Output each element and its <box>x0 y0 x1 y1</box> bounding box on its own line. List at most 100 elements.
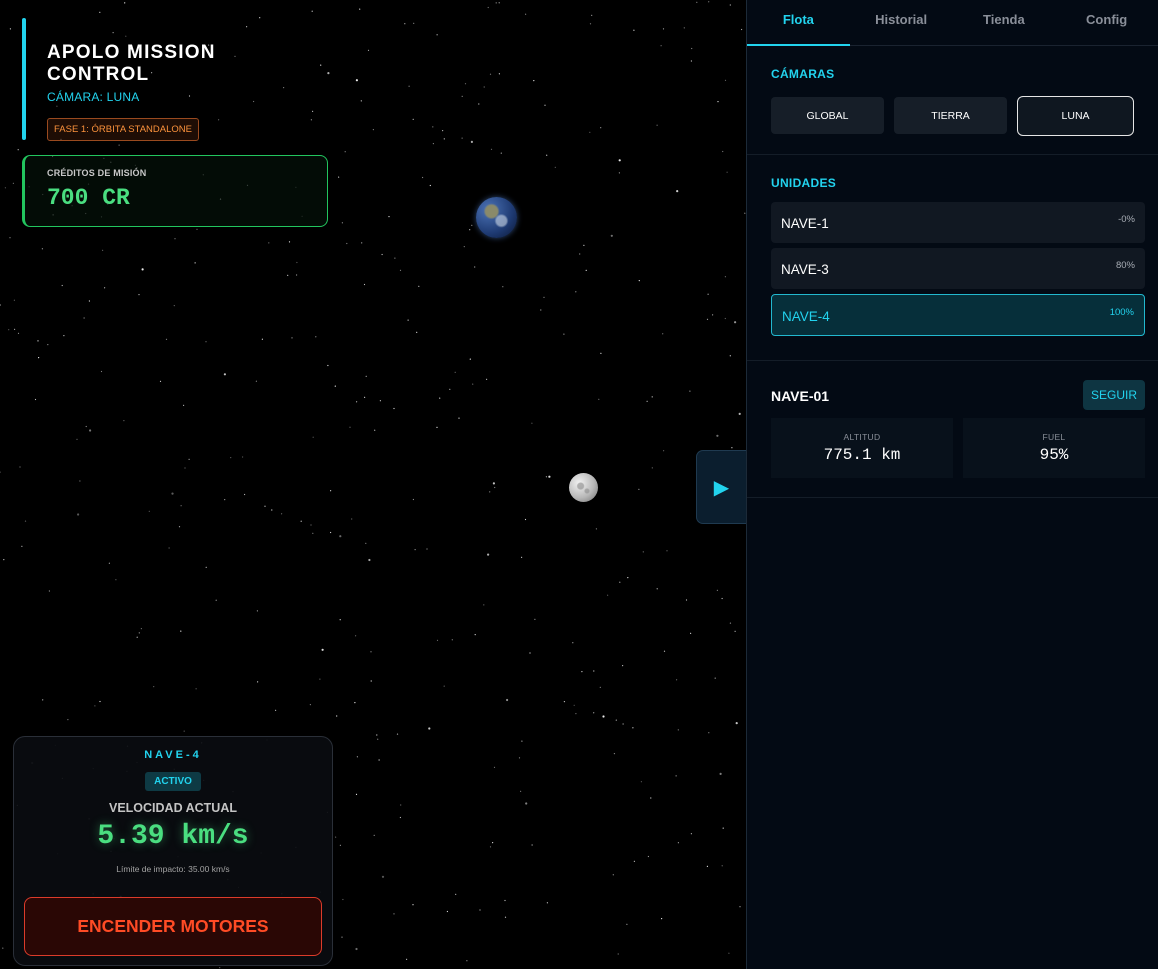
star <box>466 960 468 962</box>
star <box>224 499 226 501</box>
star <box>94 705 96 707</box>
star <box>729 4 731 6</box>
star <box>504 899 506 902</box>
tab-tienda[interactable]: Tienda <box>953 0 1056 45</box>
engine-ignite-button[interactable]: ENCENDER MOTORES <box>24 897 322 956</box>
star <box>469 358 471 360</box>
tab-flota[interactable]: Flota <box>747 0 850 46</box>
star <box>521 740 523 742</box>
star <box>474 266 476 268</box>
star <box>399 269 402 271</box>
star <box>451 639 453 641</box>
star <box>598 398 600 400</box>
star <box>546 902 549 904</box>
star <box>47 344 49 346</box>
play-right-icon: ▶ <box>713 476 730 499</box>
star <box>554 166 556 168</box>
star <box>296 274 298 276</box>
star <box>312 436 314 438</box>
star <box>367 49 370 52</box>
star <box>716 434 719 437</box>
star <box>610 234 613 237</box>
star <box>339 535 342 538</box>
star <box>666 550 668 552</box>
camera-luna-button[interactable]: LUNA <box>1017 96 1134 136</box>
star <box>351 518 353 520</box>
star <box>622 723 624 725</box>
star <box>600 352 602 354</box>
star <box>88 300 90 302</box>
star <box>359 8 361 10</box>
unit-name: NAVE-3 <box>781 262 829 277</box>
star <box>443 685 445 687</box>
star <box>363 283 366 286</box>
tab-historial[interactable]: Historial <box>850 0 953 45</box>
star <box>458 417 460 419</box>
star <box>219 967 221 969</box>
star <box>271 509 273 511</box>
star <box>675 775 677 777</box>
star <box>108 562 110 564</box>
star <box>676 679 678 681</box>
tab-config[interactable]: Config <box>1055 0 1158 45</box>
star <box>123 420 125 422</box>
space-viewport[interactable]: APOLO MISSION CONTROL CÁMARA: LUNA FASE … <box>0 0 746 969</box>
star <box>13 299 15 301</box>
camera-global-button[interactable]: GLOBAL <box>771 97 885 134</box>
star <box>174 238 176 240</box>
star <box>261 338 263 340</box>
star <box>339 619 341 621</box>
star <box>344 151 346 153</box>
star <box>99 700 101 703</box>
ship-status-badge: ACTIVO <box>145 772 201 791</box>
star <box>361 242 363 244</box>
star <box>61 284 63 287</box>
star <box>21 545 23 547</box>
unit-item-nave-1[interactable]: NAVE-1 -0% <box>771 202 1145 243</box>
speed-value: 5.39 km/s <box>97 821 249 852</box>
star <box>492 842 494 844</box>
star <box>412 498 414 501</box>
star <box>489 846 492 848</box>
unit-item-nave-3[interactable]: NAVE-3 80% <box>771 248 1145 289</box>
credits-value: 700 CR <box>47 185 130 211</box>
camera-tierra-button[interactable]: TIERRA <box>894 97 1008 134</box>
star <box>8 329 10 331</box>
star <box>483 604 485 606</box>
star <box>613 753 616 755</box>
star <box>600 127 602 129</box>
star <box>365 542 367 545</box>
star <box>414 549 416 551</box>
star <box>563 333 565 335</box>
star <box>63 335 65 337</box>
unit-item-nave-4[interactable]: NAVE-4 100% <box>771 294 1145 336</box>
star <box>335 836 337 838</box>
star <box>540 309 542 311</box>
moon[interactable] <box>569 473 598 502</box>
star <box>338 176 340 178</box>
star <box>341 222 343 224</box>
star <box>627 577 629 579</box>
star <box>377 738 379 740</box>
star <box>612 874 614 876</box>
star <box>479 909 481 911</box>
star <box>426 548 428 550</box>
star <box>591 14 593 16</box>
star <box>529 652 531 654</box>
star <box>563 701 566 703</box>
star <box>690 833 693 835</box>
star <box>354 702 356 704</box>
star <box>341 936 343 938</box>
star <box>368 558 371 562</box>
star <box>165 338 168 340</box>
star <box>355 947 358 951</box>
follow-button[interactable]: SEGUIR <box>1083 380 1145 410</box>
earth-planet[interactable] <box>476 197 517 238</box>
star <box>640 781 643 783</box>
star <box>489 491 491 493</box>
star <box>205 566 207 568</box>
star <box>77 513 80 516</box>
panel-toggle-button[interactable]: ▶ <box>696 450 746 524</box>
star <box>638 280 640 282</box>
star <box>490 148 493 150</box>
